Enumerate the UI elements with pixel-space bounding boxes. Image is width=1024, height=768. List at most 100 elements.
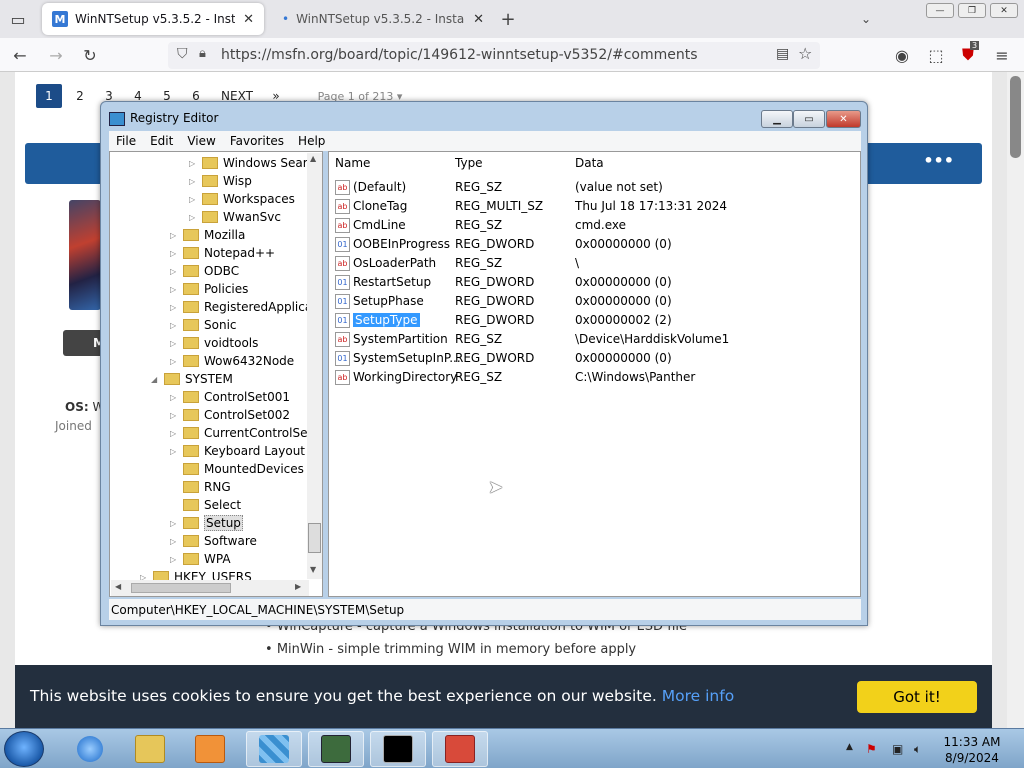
tree-node[interactable]: ▷ Wow6432Node <box>170 352 294 370</box>
shield-icon[interactable]: ⛉ <box>177 46 188 62</box>
list-item[interactable]: 01 SystemSetupInP... REG_DWORD 0x00000000 (… <box>329 349 859 368</box>
tree-node[interactable]: ▷ Sonic <box>170 316 237 334</box>
tree-node[interactable]: ▷ ControlSet001 <box>170 388 290 406</box>
tree-node[interactable]: ▷ RegisteredApplica <box>170 298 312 316</box>
list-item[interactable]: ab CloneTag REG_MULTI_SZ Thu Jul 18 17:13:3… <box>329 197 859 216</box>
tree-node[interactable]: ▷ Wisp <box>189 172 252 190</box>
scroll-left-icon[interactable]: ◀ <box>115 582 121 591</box>
close-tab-icon[interactable]: ✕ <box>473 12 484 27</box>
system-clock[interactable]: 11:33 AM 8/9/2024 <box>937 734 1007 766</box>
menu-icon[interactable]: ≡ <box>990 43 1014 67</box>
expand-arrow-icon[interactable]: ▷ <box>170 519 179 528</box>
menu-favorites[interactable]: Favorites <box>223 134 291 148</box>
expand-arrow-icon[interactable]: ▷ <box>189 195 198 204</box>
bookmark-star-icon[interactable]: ☆ <box>798 44 812 63</box>
tree-node[interactable]: ▷ WwanSvc <box>189 208 281 226</box>
got-it-button[interactable]: Got it! <box>857 681 977 713</box>
page-scrollbar[interactable] <box>1007 72 1024 728</box>
tree-node[interactable]: ▷ ODBC <box>170 262 239 280</box>
scroll-down-icon[interactable]: ▼ <box>310 565 316 574</box>
expand-arrow-icon[interactable]: ▷ <box>170 339 179 348</box>
values-list[interactable]: Name Type Data ab (Default) REG_SZ (value n… <box>328 151 861 597</box>
user-button[interactable]: M <box>63 330 105 356</box>
command-prompt-icon[interactable] <box>370 731 426 767</box>
restore-button[interactable]: ❐ <box>958 3 986 18</box>
menu-view[interactable]: View <box>180 134 222 148</box>
tree-node[interactable]: ▷ Mozilla <box>170 226 245 244</box>
user-avatar[interactable] <box>69 200 101 310</box>
close-window-button[interactable]: ✕ <box>990 3 1018 18</box>
tree-node[interactable]: ▷ Notepad++ <box>170 244 275 262</box>
expand-arrow-icon[interactable]: ▷ <box>170 429 179 438</box>
tree-node[interactable]: MountedDevices <box>170 460 304 478</box>
list-item[interactable]: ab (Default) REG_SZ (value not set) <box>329 178 859 197</box>
internet-explorer-icon[interactable] <box>62 731 118 767</box>
expand-arrow-icon[interactable]: ▷ <box>170 267 179 276</box>
tab-winntsetup-active[interactable]: M WinNTSetup v5.3.5.2 - Install W ✕ <box>42 3 264 35</box>
close-button[interactable]: ✕ <box>826 110 861 128</box>
scrollbar-thumb[interactable] <box>131 583 231 593</box>
chevron-down-icon[interactable]: ⌄ <box>854 7 878 31</box>
close-tab-icon[interactable]: ✕ <box>243 12 254 27</box>
address-bar[interactable]: ⛉ 🔒︎ https://msfn.org/board/topic/149612… <box>168 42 820 69</box>
winntsetup-icon[interactable] <box>432 731 488 767</box>
list-item[interactable]: ab SystemPartition REG_SZ \Device\HarddiskV… <box>329 330 859 349</box>
action-center-icon[interactable]: ⚑ <box>866 742 877 756</box>
list-item[interactable]: 01 SetupPhase REG_DWORD 0x00000000 (0) <box>329 292 859 311</box>
expand-arrow-icon[interactable]: ▷ <box>170 555 179 564</box>
page-1-button[interactable]: 1 <box>36 84 62 108</box>
tree-node[interactable]: ▷ Windows Searc <box>189 154 314 172</box>
tree-node[interactable]: ▷ voidtools <box>170 334 258 352</box>
column-type[interactable]: Type <box>449 152 569 174</box>
tree-node[interactable]: ▷ Keyboard Layout <box>170 442 305 460</box>
more-options-icon[interactable]: ••• <box>923 151 954 170</box>
expand-arrow-icon[interactable]: ▷ <box>170 393 179 402</box>
expand-arrow-icon[interactable]: ▷ <box>170 321 179 330</box>
media-player-icon[interactable] <box>182 731 238 767</box>
list-item[interactable]: ab WorkingDirectory REG_SZ C:\Windows\Panth… <box>329 368 859 387</box>
scroll-up-icon[interactable]: ▲ <box>310 154 316 163</box>
expand-arrow-icon[interactable]: ▷ <box>170 285 179 294</box>
menu-help[interactable]: Help <box>291 134 332 148</box>
network-icon[interactable]: ▣ <box>892 742 903 756</box>
list-item[interactable]: 01 RestartSetup REG_DWORD 0x00000000 (0) <box>329 273 859 292</box>
expand-arrow-icon[interactable]: ▷ <box>170 303 179 312</box>
scrollbar-thumb[interactable] <box>1010 76 1021 158</box>
reader-view-icon[interactable]: ▤ <box>776 46 789 62</box>
tree-node[interactable]: ▷ ControlSet002 <box>170 406 290 424</box>
page-2-button[interactable]: 2 <box>71 84 89 108</box>
tree-node[interactable]: ▷ CurrentControlSet <box>170 424 312 442</box>
collapse-arrow-icon[interactable]: ◢ <box>151 375 160 384</box>
file-explorer-icon[interactable] <box>122 731 178 767</box>
forward-icon[interactable]: → <box>44 43 68 67</box>
registry-editor-taskbar-button[interactable] <box>246 731 302 767</box>
expand-arrow-icon[interactable]: ▷ <box>189 177 198 186</box>
expand-arrow-icon[interactable]: ▷ <box>170 447 179 456</box>
expand-arrow-icon[interactable]: ▷ <box>170 231 179 240</box>
menu-file[interactable]: File <box>109 134 143 148</box>
tree-vertical-scrollbar[interactable]: ▲ ▼ <box>307 153 322 579</box>
tree-node[interactable]: ▷ Software <box>170 532 257 550</box>
volume-icon[interactable]: 🔈︎ <box>914 742 921 757</box>
list-item[interactable]: ab OsLoaderPath REG_SZ \ <box>329 254 859 273</box>
reload-icon[interactable]: ↻ <box>78 43 102 67</box>
menu-edit[interactable]: Edit <box>143 134 180 148</box>
tab-winntsetup[interactable]: • WinNTSetup v5.3.5.2 - Install W ✕ <box>272 3 494 35</box>
tree-node[interactable]: ▷ Policies <box>170 280 248 298</box>
maximize-button[interactable]: ▭ <box>793 110 825 128</box>
expand-arrow-icon[interactable]: ▷ <box>170 411 179 420</box>
scrollbar-thumb[interactable] <box>308 523 321 553</box>
new-tab-button[interactable]: + <box>496 7 520 31</box>
tree-node[interactable]: Select <box>170 496 241 514</box>
expand-arrow-icon[interactable]: ▷ <box>170 249 179 258</box>
tree-horizontal-scrollbar[interactable]: ◀ ▶ <box>111 580 309 596</box>
tree-node[interactable]: ▷ Workspaces <box>189 190 295 208</box>
more-info-link[interactable]: More info <box>662 687 734 705</box>
column-data[interactable]: Data <box>569 152 859 174</box>
extensions-icon[interactable]: ⬚ <box>924 43 948 67</box>
tree-node[interactable]: ▷ WPA <box>170 550 231 568</box>
list-item[interactable]: 01 OOBEInProgress REG_DWORD 0x00000000 (0) <box>329 235 859 254</box>
start-button[interactable] <box>4 731 44 767</box>
tab-list-icon[interactable]: ▭ <box>6 7 30 31</box>
minimize-button[interactable]: — <box>926 3 954 18</box>
